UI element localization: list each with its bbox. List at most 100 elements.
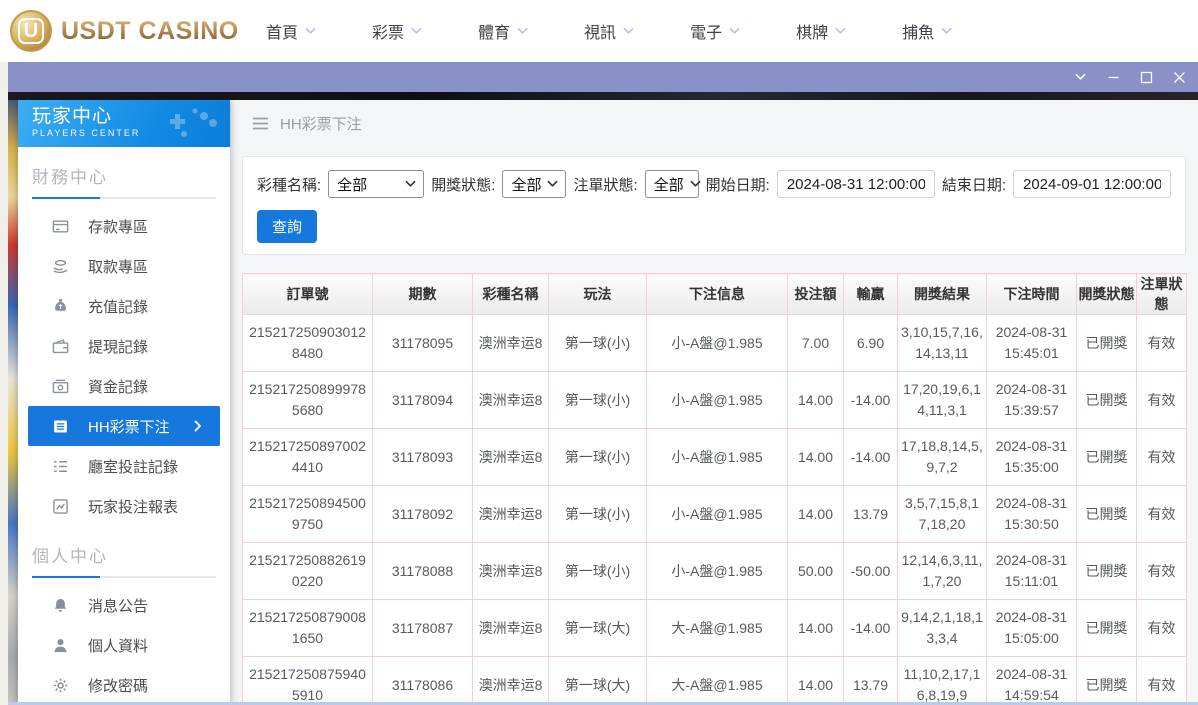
chevron-down-icon — [517, 27, 528, 35]
section-divider — [32, 197, 216, 199]
table-cell: 已開獎 — [1076, 542, 1137, 600]
sidebar-item-label: 存款專區 — [88, 218, 149, 236]
breadcrumb: HH彩票下注 — [230, 100, 1198, 146]
table-cell: 2152172508999785680 — [242, 371, 373, 429]
nav-item-slots[interactable]: 電子 — [690, 19, 740, 43]
table-cell: 2024-08-31 15:11:01 — [986, 542, 1077, 600]
chevron-down-icon — [305, 27, 316, 35]
column-header-5: 下注信息 — [646, 273, 788, 315]
deposit-icon — [51, 218, 69, 235]
table-cell: 13.79 — [843, 485, 898, 543]
table-row: 2152172508970024410 31178093 澳洲幸运8 第一球(小) 小-… — [242, 428, 1187, 486]
search-button[interactable]: 查詢 — [257, 210, 318, 243]
table-cell: 2024-08-31 15:05:00 — [986, 599, 1077, 657]
sidebar-item-profile[interactable]: 個人資料 — [28, 625, 220, 665]
table-cell: 第一球(小) — [548, 428, 647, 486]
table-header-row: 訂單號 期數 彩種名稱 玩法 下注信息 投注額 輸贏 開獎結果 下注時間 開獎狀態 注單狀態 — [242, 273, 1187, 315]
lottery-name-select[interactable]: 全部 — [328, 170, 425, 198]
nav-item-cards[interactable]: 棋牌 — [796, 19, 846, 43]
sidebar-item-recharge-record[interactable]: 充值記錄 — [28, 286, 220, 326]
nav-item-live[interactable]: 視訊 — [584, 19, 634, 43]
bell-icon — [51, 597, 69, 614]
table-cell: 31178087 — [372, 599, 473, 657]
sidebar-item-change-password[interactable]: 修改密碼 — [28, 665, 220, 705]
titlebar-chevron-button[interactable] — [1064, 62, 1097, 92]
section-divider — [32, 576, 216, 578]
table-row: 2152172508759405910 31178086 澳洲幸运8 第一球(大) 大-… — [242, 656, 1187, 705]
nav-item-label: 視訊 — [584, 25, 617, 42]
table-cell: 14.00 — [787, 485, 844, 543]
column-header-9: 下注時間 — [986, 273, 1077, 315]
table-cell: 第一球(大) — [548, 599, 647, 657]
sidebar-header: 玩家中心 PLAYERS CENTER — [18, 100, 230, 147]
table-cell: 31178086 — [372, 656, 473, 705]
order-status-label: 注單狀態: — [573, 176, 638, 194]
column-header-8: 開獎結果 — [897, 273, 987, 315]
table-cell: 3,5,7,15,8,17,18,20 — [897, 485, 987, 543]
table-cell: 澳洲幸运8 — [472, 542, 549, 600]
end-date-input[interactable] — [1013, 170, 1171, 198]
order-status-select[interactable]: 全部 — [644, 170, 701, 198]
sidebar-item-announcements[interactable]: 消息公告 — [28, 585, 220, 625]
draw-status-select[interactable]: 全部 — [502, 170, 567, 198]
chevron-down-icon — [690, 180, 701, 188]
page-edge — [0, 62, 8, 705]
bets-table: 訂單號 期數 彩種名稱 玩法 下注信息 投注額 輸贏 開獎結果 下注時間 開獎狀態 注單狀態 215… — [242, 273, 1187, 705]
table-cell: 13.79 — [843, 656, 898, 705]
table-row: 2152172508945009750 31178092 澳洲幸运8 第一球(小) 小-… — [242, 485, 1187, 543]
table-cell: 2152172508826190220 — [242, 542, 373, 600]
table-cell: 第一球(小) — [548, 371, 647, 429]
minimize-button[interactable] — [1097, 62, 1130, 92]
table-cell: 有效 — [1136, 485, 1187, 543]
brand-name: USDT CASINO — [61, 16, 239, 45]
table-cell: 第一球(小) — [548, 485, 647, 543]
coin-letter: U — [17, 18, 45, 44]
nav-item-fishing[interactable]: 捕魚 — [902, 19, 952, 43]
sidebar-item-label: 個人資料 — [88, 637, 149, 655]
table-cell: 50.00 — [787, 542, 844, 600]
table-cell: 31178093 — [372, 428, 473, 486]
top-navbar: U USDT CASINO 首頁 彩票 體育 視訊 電子 棋牌 捕魚 — [0, 0, 1198, 62]
sidebar-item-hall-bet-record[interactable]: 廳室投註記錄 — [28, 446, 220, 486]
start-date-label: 開始日期: — [705, 176, 770, 194]
table-cell: 11,10,2,17,16,8,19,9 — [897, 656, 987, 705]
user-icon — [51, 637, 69, 654]
table-cell: 有效 — [1136, 371, 1187, 429]
sidebar-item-label: 取款專區 — [88, 258, 149, 276]
sidebar-item-deposit[interactable]: 存款專區 — [28, 206, 220, 246]
sidebar-menu: 財務中心 存款專區 取款專區 充值記錄 提現記錄 資金記錄 HH彩票下注 廳室投註記錄 玩家投注… — [18, 163, 230, 705]
table-cell: 小-A盤@1.985 — [646, 542, 788, 600]
maximize-button[interactable] — [1130, 62, 1163, 92]
start-date-input[interactable] — [776, 170, 935, 198]
sidebar-item-label: 修改密碼 — [88, 677, 149, 695]
chevron-down-icon — [623, 27, 634, 35]
column-header-3: 彩種名稱 — [472, 273, 549, 315]
table-cell: 2152172508759405910 — [242, 656, 373, 705]
sidebar-item-player-bet-report[interactable]: 玩家投注報表 — [28, 486, 220, 526]
nav-item-lottery[interactable]: 彩票 — [372, 19, 422, 43]
sidebar-item-hh-lottery-bets[interactable]: HH彩票下注 — [28, 406, 220, 446]
sidebar-item-withdraw[interactable]: 取款專區 — [28, 246, 220, 286]
table-cell: 2152172508945009750 — [242, 485, 373, 543]
table-cell: 已開獎 — [1076, 371, 1137, 429]
table-cell: 2024-08-31 15:45:01 — [986, 314, 1077, 372]
close-button[interactable] — [1163, 62, 1196, 92]
table-cell: 2024-08-31 14:59:54 — [986, 656, 1077, 705]
brand-logo[interactable]: U USDT CASINO — [10, 10, 248, 52]
draw-status-value: 全部 — [511, 176, 542, 194]
table-cell: 31178094 — [372, 371, 473, 429]
titlebar-controls — [1064, 62, 1198, 92]
menu-toggle-icon[interactable] — [252, 117, 269, 130]
sidebar-item-label: 玩家投注報表 — [88, 498, 179, 516]
table-cell: 6.90 — [843, 314, 898, 372]
nav-item-home[interactable]: 首頁 — [266, 19, 316, 43]
sidebar-item-withdrawal-record[interactable]: 提現記錄 — [28, 326, 220, 366]
table-cell: 有效 — [1136, 428, 1187, 486]
table-cell: 大-A盤@1.985 — [646, 599, 788, 657]
gamepad-icon — [160, 106, 222, 140]
nav-item-sports[interactable]: 體育 — [478, 19, 528, 43]
chevron-down-icon — [941, 27, 952, 35]
sidebar-item-funds-record[interactable]: 資金記錄 — [28, 366, 220, 406]
column-header-7: 輸贏 — [843, 273, 898, 315]
funds-icon — [51, 378, 69, 395]
